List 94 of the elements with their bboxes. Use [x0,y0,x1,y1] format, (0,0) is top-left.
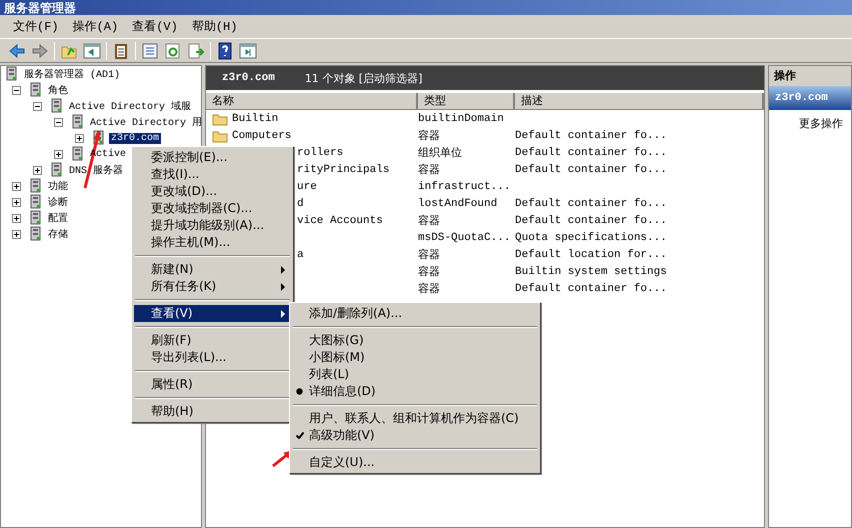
table-cell: 容器 [418,250,440,262]
menu-item[interactable]: 操作(A) [66,18,126,35]
tree-item[interactable]: z3r0.com [109,132,162,144]
tree-item[interactable]: DNS 服务器 [67,163,126,177]
menu-item[interactable]: 刷新(F) [134,332,291,349]
object-count: 11 个对象 [启动筛选器] [304,70,422,86]
table-cell: Default container fo... [515,146,667,158]
export-icon[interactable] [187,42,205,60]
table-cell: 容器 [418,284,440,296]
tree-item[interactable]: 角色 [46,83,70,97]
expand-toggle[interactable] [54,150,63,158]
menu-item[interactable]: 属性(R) [134,376,291,393]
pane-title: 操作 [769,66,851,86]
table-cell: Default container fo... [515,282,667,294]
submenu-arrow-icon [281,310,285,318]
table-cell: builtinDomain [418,112,504,124]
back-arrow-icon[interactable] [8,42,26,60]
menu-item[interactable]: 更改域控制器(C)... [134,200,291,217]
table-cell: Default container fo... [515,130,667,142]
table-cell: vice Accounts [297,214,383,226]
table-cell: rityPrincipals [297,164,390,176]
tree-item[interactable]: Active Directory 域服 [67,99,194,113]
table-cell: 组织单位 [418,148,462,160]
pane-toggle-icon[interactable] [83,42,101,60]
menu-item[interactable]: 添加/删除列(A)... [292,305,538,322]
pane-title: z3r0.com [222,72,275,84]
action-section[interactable]: z3r0.com [769,86,851,110]
column-header[interactable]: 描述 [515,93,764,110]
expand-toggle[interactable] [12,182,21,190]
menu-item[interactable]: 自定义(U)... [292,454,538,471]
menu-item[interactable]: 大图标(G) [292,332,538,349]
menu-item[interactable]: 查看(V) [125,18,185,35]
column-header[interactable]: 名称 [206,93,418,110]
table-cell: 容器 [418,165,440,177]
menu-item[interactable]: 提升域功能级别(A)... [134,217,291,234]
menu-item[interactable]: 查找(I)... [134,166,291,183]
menu-item[interactable]: 小图标(M) [292,349,538,366]
tree-item[interactable]: 服务器管理器 (AD1) [22,67,122,81]
pane-toggle-icon[interactable] [239,42,257,60]
table-cell: 容器 [418,216,440,228]
menu-item[interactable]: 更改域(D)... [134,183,291,200]
expand-toggle[interactable] [12,214,21,222]
menu-item[interactable]: 查看(V) [134,305,291,322]
clipboard-icon[interactable] [112,42,130,60]
table-cell: 容器 [418,131,440,143]
tree-item[interactable]: Active Directory 用 [88,115,204,129]
table-cell: lostAndFound [418,198,498,210]
tree-item[interactable]: 功能 [46,179,70,193]
menu-item[interactable]: 高级功能(V) [292,427,538,444]
expand-toggle[interactable] [75,134,84,142]
properties-icon[interactable] [141,42,159,60]
table-cell: a [297,248,304,260]
menu-item[interactable]: 新建(N) [134,261,291,278]
table-cell: Builtin system settings [515,266,667,278]
menu-item[interactable]: 操作主机(M)... [134,234,291,251]
collapse-toggle[interactable] [12,86,21,94]
tree-item[interactable]: 诊断 [46,195,70,209]
menu-item[interactable]: 所有任务(K) [134,278,291,295]
collapse-toggle[interactable] [33,102,42,110]
submenu-arrow-icon [281,282,285,290]
menu-item[interactable]: 帮助(H) [134,403,291,420]
table-cell: Computers [232,130,292,142]
menu-item[interactable]: 文件(F) [6,18,66,35]
table-cell: msDS-QuotaC... [418,232,510,244]
table-cell: Builtin [232,112,278,124]
expand-toggle[interactable] [12,230,21,238]
window-title: 服务器管理器 [4,0,76,14]
help-icon[interactable] [216,42,234,60]
table-cell: ure [297,180,317,192]
table-cell: Default location for... [515,248,667,260]
refresh-icon[interactable] [164,42,182,60]
menu-item[interactable]: 委派控制(E)... [134,149,291,166]
menu-item[interactable]: 详细信息(D) [292,383,538,400]
submenu-arrow-icon [281,266,285,274]
table-cell: Default container fo... [515,198,667,210]
menu-item[interactable]: 列表(L) [292,366,538,383]
table-cell: Default container fo... [515,214,667,226]
expand-toggle[interactable] [12,198,21,206]
menu-item[interactable]: 导出列表(L)... [134,349,291,366]
table-cell: rollers [297,146,344,158]
tree-item[interactable]: 存储 [46,227,70,241]
forward-arrow-icon[interactable] [31,42,49,60]
table-cell: infrastruct... [418,180,510,192]
column-header[interactable]: 类型 [418,93,515,110]
table-cell: d [297,198,304,210]
action-link[interactable]: 更多操作 [769,110,851,131]
table-cell: Quota specifications... [515,232,667,244]
tree-item[interactable]: 配置 [46,211,70,225]
menu-item[interactable]: 用户、联系人、组和计算机作为容器(C) [292,410,538,427]
menu-item[interactable]: 帮助(H) [184,18,244,35]
table-cell: 容器 [418,267,440,279]
table-cell: Default container fo... [515,164,667,176]
collapse-toggle[interactable] [54,118,63,126]
expand-toggle[interactable] [33,166,42,174]
